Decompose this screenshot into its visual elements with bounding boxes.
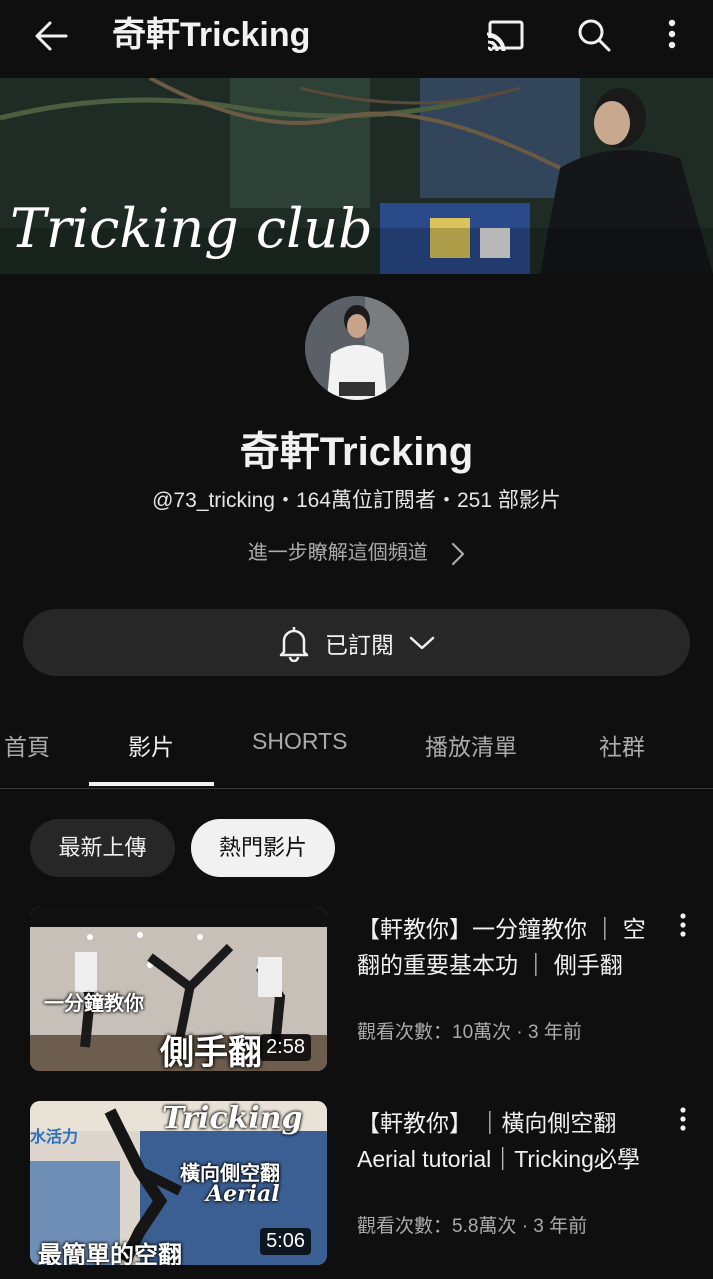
video-meta: 觀看次數：10萬次 · 3 年前	[357, 1022, 582, 1043]
video-thumbnail[interactable]: 一分鐘教你 側手翻 2:58	[30, 907, 327, 1071]
back-button[interactable]	[30, 16, 74, 56]
more-options-button[interactable]	[650, 14, 694, 58]
search-icon	[578, 19, 611, 52]
video-menu-button[interactable]	[670, 1105, 696, 1135]
avatar[interactable]	[305, 296, 409, 400]
thumbnail-caption-bottom: 側手翻	[160, 1034, 262, 1071]
tab-shorts[interactable]: SHORTS	[252, 728, 347, 755]
cast-button[interactable]	[482, 14, 526, 58]
tab-videos[interactable]: 影片	[128, 728, 174, 762]
banner-text: Tricking club	[10, 197, 373, 260]
video-item[interactable]: 水活力 Tricking 橫向側空翻 Aerial 最簡單的空翻 5:06 【軒…	[0, 1101, 713, 1271]
active-tab-indicator	[89, 782, 214, 786]
arrow-left-icon	[35, 21, 68, 51]
tab-playlists[interactable]: 播放清單	[425, 728, 517, 762]
subscribed-label: 已訂閱	[325, 631, 394, 658]
thumbnail-corner-text: 水活力	[30, 1129, 79, 1146]
more-info-label: 進一步瞭解這個頻道	[247, 542, 428, 564]
video-title[interactable]: 【軒教你】 ｜橫向側空翻 Aerial tutorial｜Tricking必學	[357, 1105, 657, 1177]
thumbnail-caption-bottom: 最簡單的空翻	[38, 1242, 182, 1265]
tab-community[interactable]: 社群	[599, 728, 645, 762]
more-vert-icon	[680, 1107, 686, 1131]
bell-icon	[279, 626, 309, 662]
video-title[interactable]: 【軒教你】一分鐘教你 ｜ 空翻的重要基本功 ｜ 側手翻	[357, 911, 657, 983]
video-item[interactable]: 一分鐘教你 側手翻 2:58 【軒教你】一分鐘教你 ｜ 空翻的重要基本功 ｜ 側…	[0, 907, 713, 1077]
more-vert-icon	[668, 19, 676, 49]
video-thumbnail[interactable]: 水活力 Tricking 橫向側空翻 Aerial 最簡單的空翻 5:06	[30, 1101, 327, 1265]
video-meta: 觀看次數：5.8萬次 · 3 年前	[357, 1216, 588, 1237]
chip-latest[interactable]: 最新上傳	[30, 819, 175, 877]
more-vert-icon	[680, 913, 686, 937]
channel-tabs: 首頁 影片 SHORTS 播放清單 社群	[0, 700, 713, 789]
video-menu-button[interactable]	[670, 911, 696, 941]
channel-name: 奇軒Tricking	[239, 430, 474, 474]
search-button[interactable]	[572, 14, 616, 58]
thumbnail-caption-top: 一分鐘教你	[44, 993, 144, 1015]
tab-home[interactable]: 首頁	[4, 728, 50, 762]
chip-popular[interactable]: 熱門影片	[191, 819, 335, 877]
avatar-image	[305, 296, 409, 400]
thumbnail-caption-mid2: Aerial	[206, 1181, 280, 1207]
cast-icon	[482, 20, 524, 54]
page-title: 奇軒Tricking	[112, 16, 311, 54]
top-app-bar: 奇軒Tricking	[0, 0, 713, 78]
subscribed-button[interactable]: 已訂閱	[23, 609, 690, 676]
channel-meta: @73_tricking・164萬位訂閱者・251 部影片	[152, 489, 561, 512]
video-duration: 5:06	[260, 1228, 311, 1255]
video-duration: 2:58	[260, 1034, 311, 1061]
more-info-link[interactable]: 進一步瞭解這個頻道	[0, 538, 713, 568]
chevron-right-icon	[452, 542, 465, 565]
thumbnail-caption-top: Tricking	[162, 1101, 303, 1136]
chevron-down-icon	[409, 636, 435, 649]
